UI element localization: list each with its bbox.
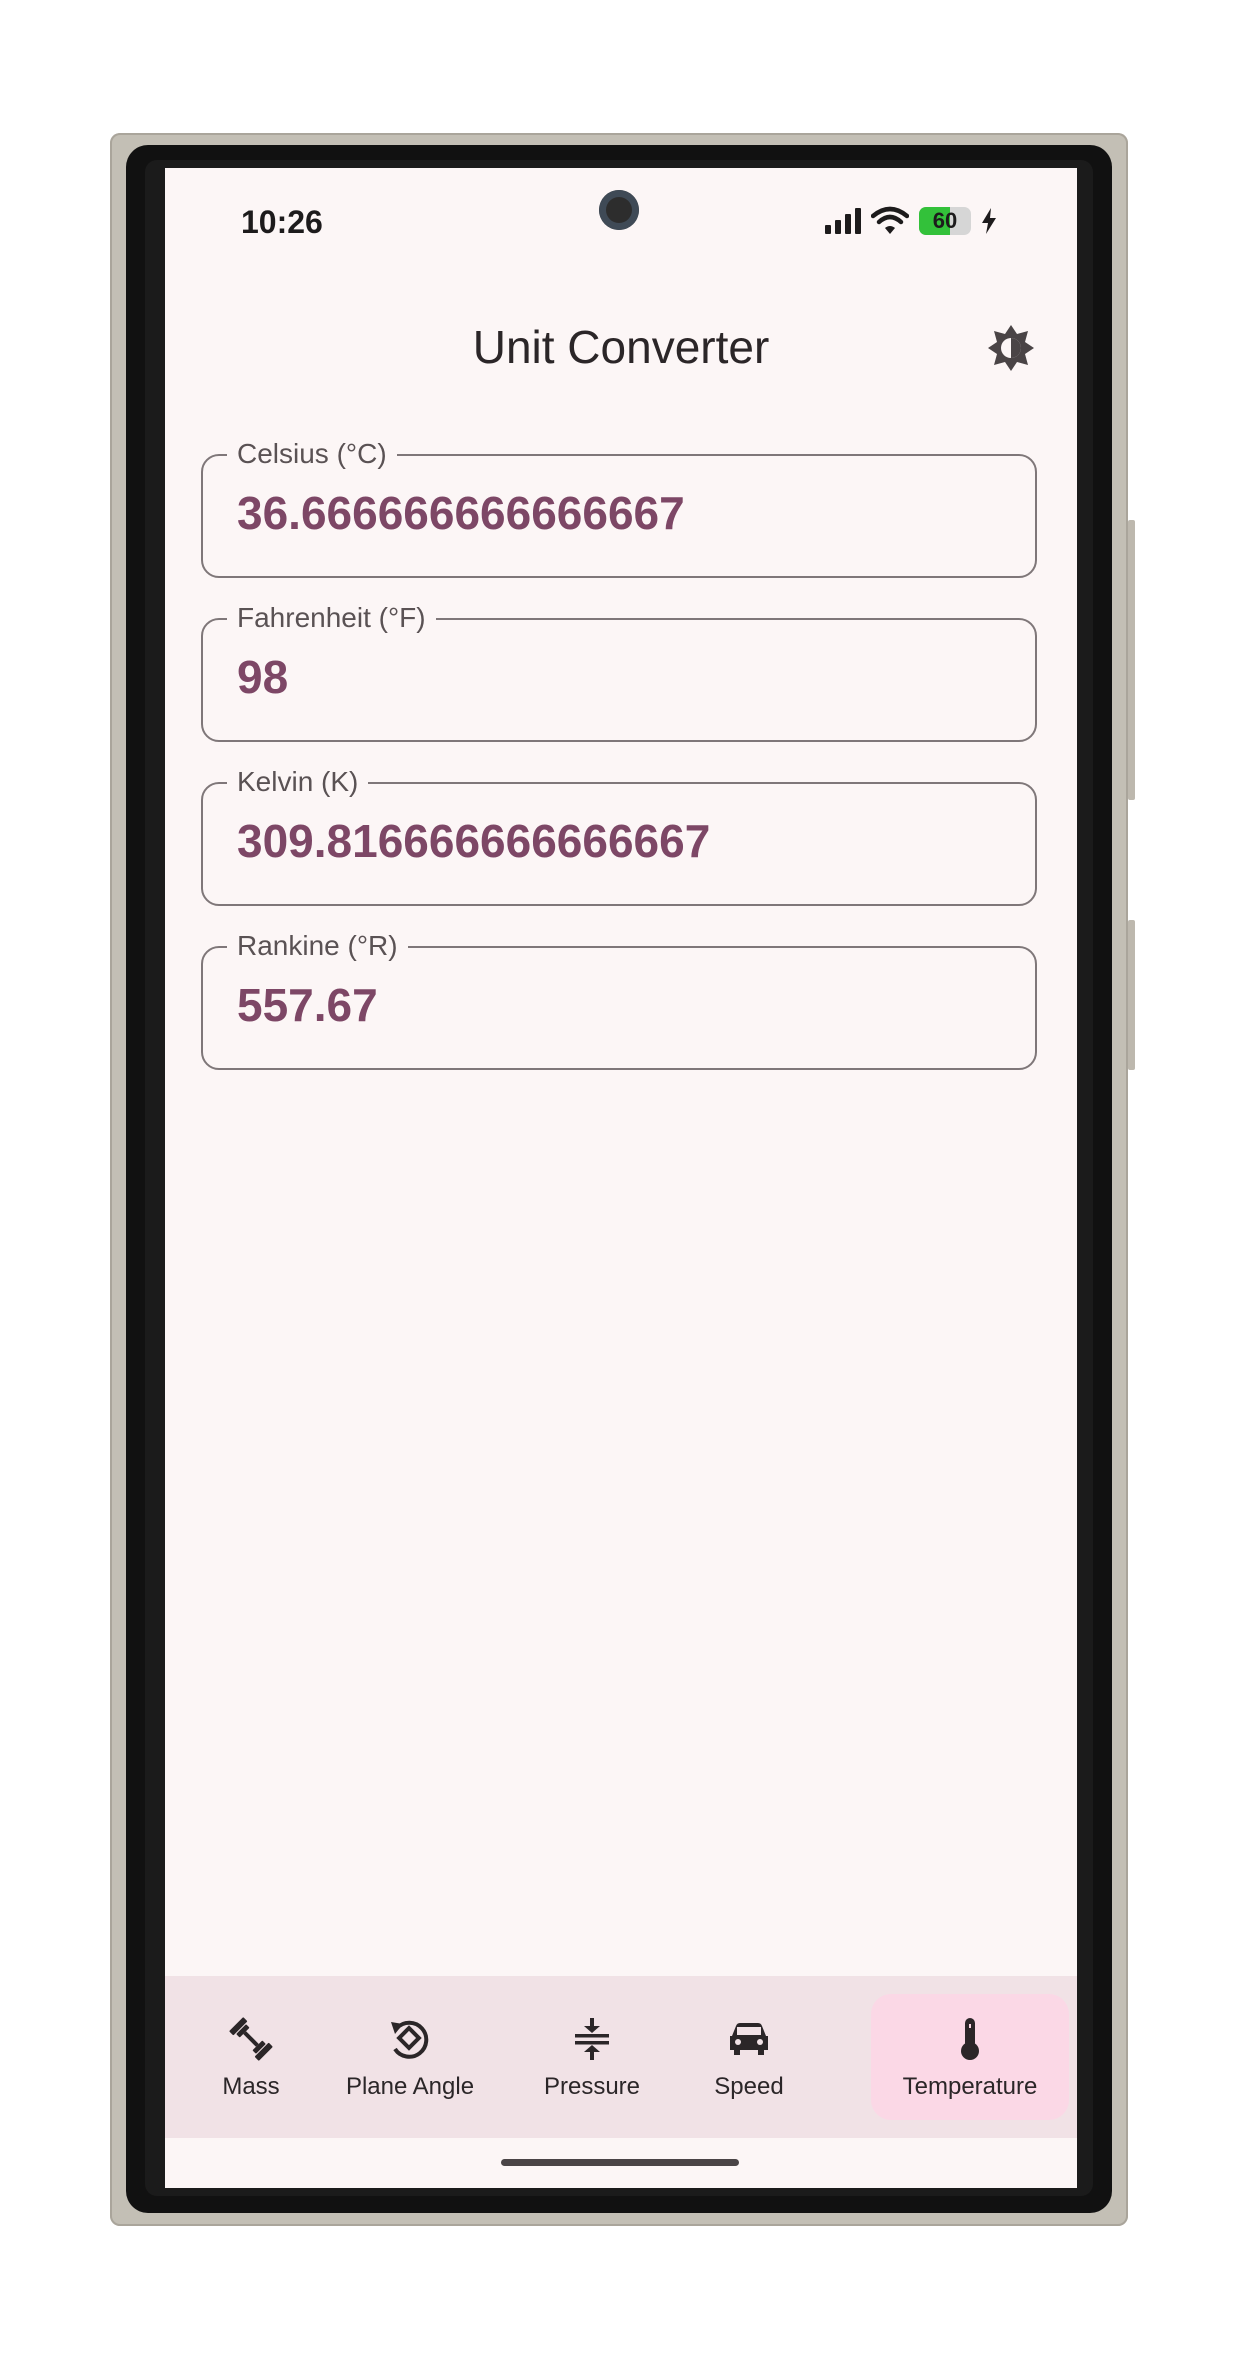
nav-item-mass[interactable]: Mass [187,1994,315,2120]
charging-icon [982,208,996,234]
fahrenheit-field[interactable]: Fahrenheit (°F) [201,602,1037,742]
dumbbell-icon [225,2013,277,2065]
nav-label-plane-angle: Plane Angle [345,2073,475,2100]
home-indicator[interactable] [501,2159,739,2166]
rotate-angle-icon [384,2013,436,2065]
nav-label-temperature: Temperature [902,2073,1038,2100]
fahrenheit-label: Fahrenheit (°F) [227,602,436,634]
kelvin-input[interactable] [237,814,997,868]
wifi-icon [871,206,909,234]
nav-item-speed[interactable]: Speed [689,1994,809,2120]
compress-icon [566,2013,618,2065]
kelvin-field[interactable]: Kelvin (K) [201,766,1037,906]
volume-button [1128,520,1135,800]
bottom-navigation: Mass Plane Angle Pressure Speed Temperat… [165,1976,1077,2138]
celsius-label: Celsius (°C) [227,438,397,470]
fahrenheit-input[interactable] [237,650,997,704]
battery-percent: 60 [932,208,958,233]
status-icons: 60 [825,206,997,236]
signal-icon [825,208,861,234]
nav-label-speed: Speed [714,2073,784,2100]
page-title: Unit Converter [472,321,770,373]
brightness-icon [988,325,1034,371]
thermometer-icon [944,2013,996,2065]
screen: 10:26 60 Unit Converter Celsius (°C) 36.… [165,168,1077,2188]
rankine-input[interactable] [237,978,997,1032]
celsius-input[interactable] [237,486,997,540]
car-icon [723,2013,775,2065]
power-button [1128,920,1135,1070]
front-camera [599,190,639,230]
rankine-field[interactable]: Rankine (°R) [201,930,1037,1070]
rankine-label: Rankine (°R) [227,930,408,962]
nav-item-temperature[interactable]: Temperature [871,1994,1069,2120]
kelvin-label: Kelvin (K) [227,766,369,798]
celsius-field[interactable]: Celsius (°C) [201,438,1037,578]
nav-label-mass: Mass [222,2073,280,2100]
battery-icon: 60 [919,207,971,235]
theme-toggle-button[interactable] [981,318,1041,378]
nav-item-plane-angle[interactable]: Plane Angle [325,1994,495,2120]
status-time: 10:26 [241,204,323,240]
nav-label-pressure: Pressure [543,2073,641,2100]
nav-item-pressure[interactable]: Pressure [517,1994,667,2120]
